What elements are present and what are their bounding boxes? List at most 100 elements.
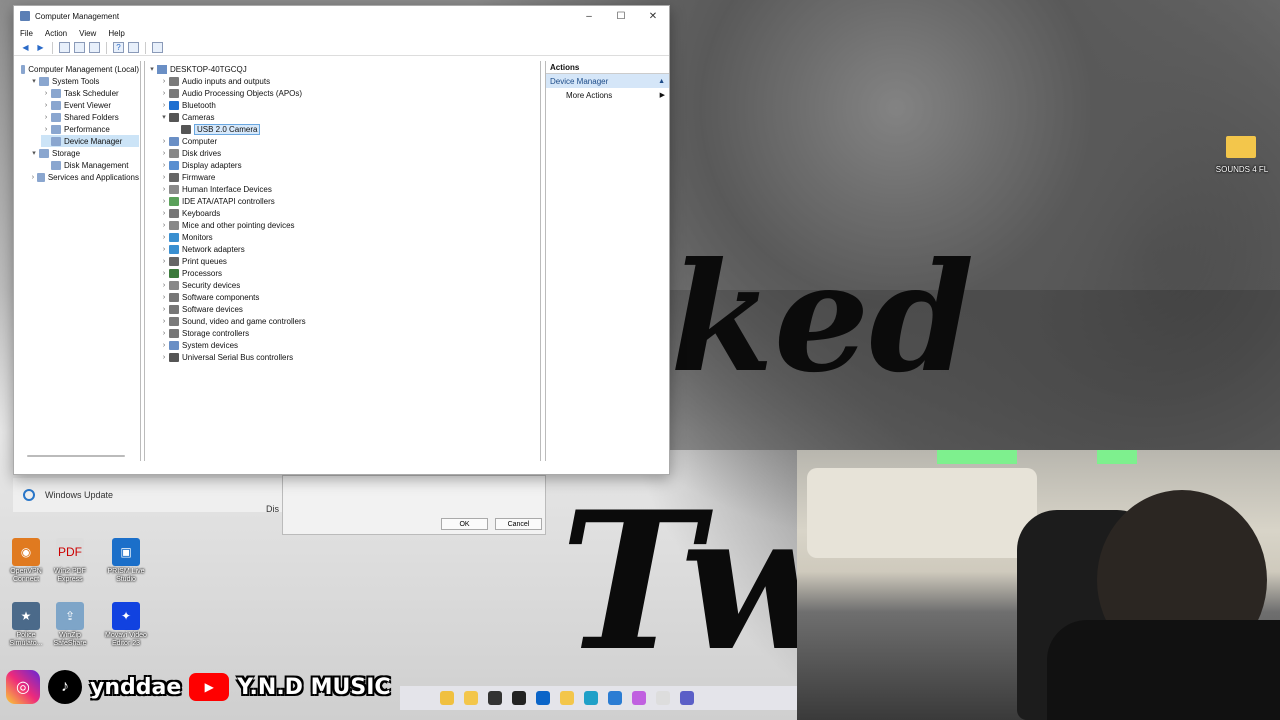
device-category-item[interactable]: › Sound, video and game controllers [159,315,306,327]
close-button[interactable]: ✕ [637,6,669,26]
chevron-down-icon[interactable]: ▾ [159,113,169,121]
device-category-item[interactable]: › Disk drives [159,147,221,159]
chevron-right-icon[interactable]: › [159,342,169,349]
device-category-item[interactable]: › Bluetooth [159,99,216,111]
notepad-icon[interactable] [656,691,670,705]
device-category-item[interactable]: › Storage controllers [159,327,249,339]
chevron-right-icon[interactable]: › [41,90,51,97]
minimize-button[interactable]: – [573,6,605,26]
chevron-right-icon[interactable]: › [159,306,169,313]
console-tree-item[interactable]: › Shared Folders [41,111,139,123]
chevron-right-icon[interactable]: › [41,126,51,133]
monitor-icon[interactable] [152,42,163,53]
desktop-shortcut[interactable]: ◉ OpenVPN Connect [2,538,50,584]
file-explorer-icon[interactable] [464,691,478,705]
device-category-item[interactable]: USB 2.0 Camera [171,123,261,135]
folder-icon[interactable] [1226,136,1256,158]
device-category-item[interactable]: › Firmware [159,171,215,183]
chevron-right-icon[interactable]: › [159,90,169,97]
teams-icon[interactable] [680,691,694,705]
device-category-item[interactable]: › Network adapters [159,243,245,255]
chevron-right-icon[interactable]: › [159,162,169,169]
console-tree-item[interactable]: Disk Management [41,159,139,171]
epic-games-icon[interactable] [512,691,526,705]
chevron-right-icon[interactable]: › [159,270,169,277]
maximize-button[interactable]: ☐ [605,6,637,26]
chevron-right-icon[interactable]: › [159,294,169,301]
collapse-arrow-icon[interactable]: ▲ [658,78,665,85]
menu-view[interactable]: View [79,29,96,38]
device-category-item[interactable]: › Keyboards [159,207,220,219]
title-bar[interactable]: Computer Management – ☐ ✕ [14,6,669,26]
menu-action[interactable]: Action [45,29,67,38]
device-category-item[interactable]: › Software components [159,291,259,303]
copilot-icon[interactable] [632,691,646,705]
desktop-shortcut[interactable]: ⇪ WinZip SafeShare [46,602,94,648]
chevron-right-icon[interactable]: › [159,138,169,145]
console-tree-item[interactable]: Computer Management (Local) [17,63,139,75]
chevron-right-icon[interactable]: › [159,282,169,289]
cancel-button[interactable]: Cancel [495,518,542,530]
chevron-right-icon[interactable]: › [41,102,51,109]
device-category-item[interactable]: › Audio inputs and outputs [159,75,270,87]
windows-update-window[interactable]: Windows Update [13,478,282,512]
device-category-item[interactable]: › Print queues [159,255,227,267]
chevron-right-icon[interactable]: › [159,222,169,229]
more-actions-item[interactable]: More Actions ▶ [546,88,669,102]
menu-help[interactable]: Help [108,29,124,38]
ok-button[interactable]: OK [441,518,488,530]
show-hide-tree-icon[interactable] [74,42,85,53]
desktop-shortcut[interactable]: ✦ Movavi Video Editor 23 [102,602,150,648]
terminal-icon[interactable] [488,691,502,705]
chevron-right-icon[interactable]: › [159,210,169,217]
device-tree-root[interactable]: ▾ DESKTOP-40TGCQJ [147,63,247,75]
device-category-item[interactable]: › Human Interface Devices [159,183,272,195]
chevron-right-icon[interactable]: › [29,174,37,181]
chevron-right-icon[interactable]: › [159,246,169,253]
chevron-down-icon[interactable]: ▾ [29,149,39,157]
chevron-right-icon[interactable]: › [159,78,169,85]
chevron-down-icon[interactable]: ▾ [29,77,39,85]
help-icon[interactable]: ? [113,42,124,53]
chevron-right-icon[interactable]: › [159,102,169,109]
chevron-right-icon[interactable]: › [159,174,169,181]
folder-icon[interactable] [560,691,574,705]
device-category-item[interactable]: › System devices [159,339,238,351]
console-tree-item[interactable]: ▾ System Tools [29,75,139,87]
chevron-right-icon[interactable]: › [159,258,169,265]
store-icon[interactable] [608,691,622,705]
chevron-right-icon[interactable]: › [159,318,169,325]
device-category-item[interactable]: › Universal Serial Bus controllers [159,351,293,363]
device-category-item[interactable]: › Audio Processing Objects (APOs) [159,87,302,99]
device-category-item[interactable]: › Security devices [159,279,240,291]
device-category-item[interactable]: › Display adapters [159,159,242,171]
outlook-icon[interactable] [536,691,550,705]
chevron-right-icon[interactable]: › [159,150,169,157]
chevron-down-icon[interactable]: ▾ [147,65,157,73]
up-folder-icon[interactable] [59,42,70,53]
desktop-shortcut[interactable]: PDF Win2 PDF Express [46,538,94,584]
console-tree-item[interactable]: › Task Scheduler [41,87,139,99]
chevron-right-icon[interactable]: › [159,354,169,361]
forward-arrow-icon[interactable]: ▶ [35,42,46,53]
chevron-right-icon[interactable]: › [41,114,51,121]
desktop-shortcut[interactable]: ★ Police Simulato... [2,602,50,648]
properties-icon[interactable] [89,42,100,53]
device-category-item[interactable]: › Computer [159,135,217,147]
widgets-icon[interactable] [440,691,454,705]
device-category-item[interactable]: › Mice and other pointing devices [159,219,295,231]
edge-icon[interactable] [584,691,598,705]
chevron-right-icon[interactable]: › [159,198,169,205]
console-tree-item[interactable]: Device Manager [41,135,139,147]
actions-device-manager[interactable]: Device Manager ▲ [546,74,669,88]
console-tree-item[interactable]: › Event Viewer [41,99,139,111]
device-category-item[interactable]: › Processors [159,267,222,279]
console-tree-item[interactable]: › Performance [41,123,139,135]
horizontal-scrollbar[interactable] [15,452,139,460]
device-category-item[interactable]: › Monitors [159,231,213,243]
desktop-shortcut[interactable]: ▣ PRISM Live Studio [102,538,150,584]
menu-file[interactable]: File [20,29,33,38]
back-arrow-icon[interactable]: ◀ [20,42,31,53]
folder-label[interactable]: SOUNDS 4 FL [1212,165,1272,174]
chevron-right-icon[interactable]: › [159,330,169,337]
